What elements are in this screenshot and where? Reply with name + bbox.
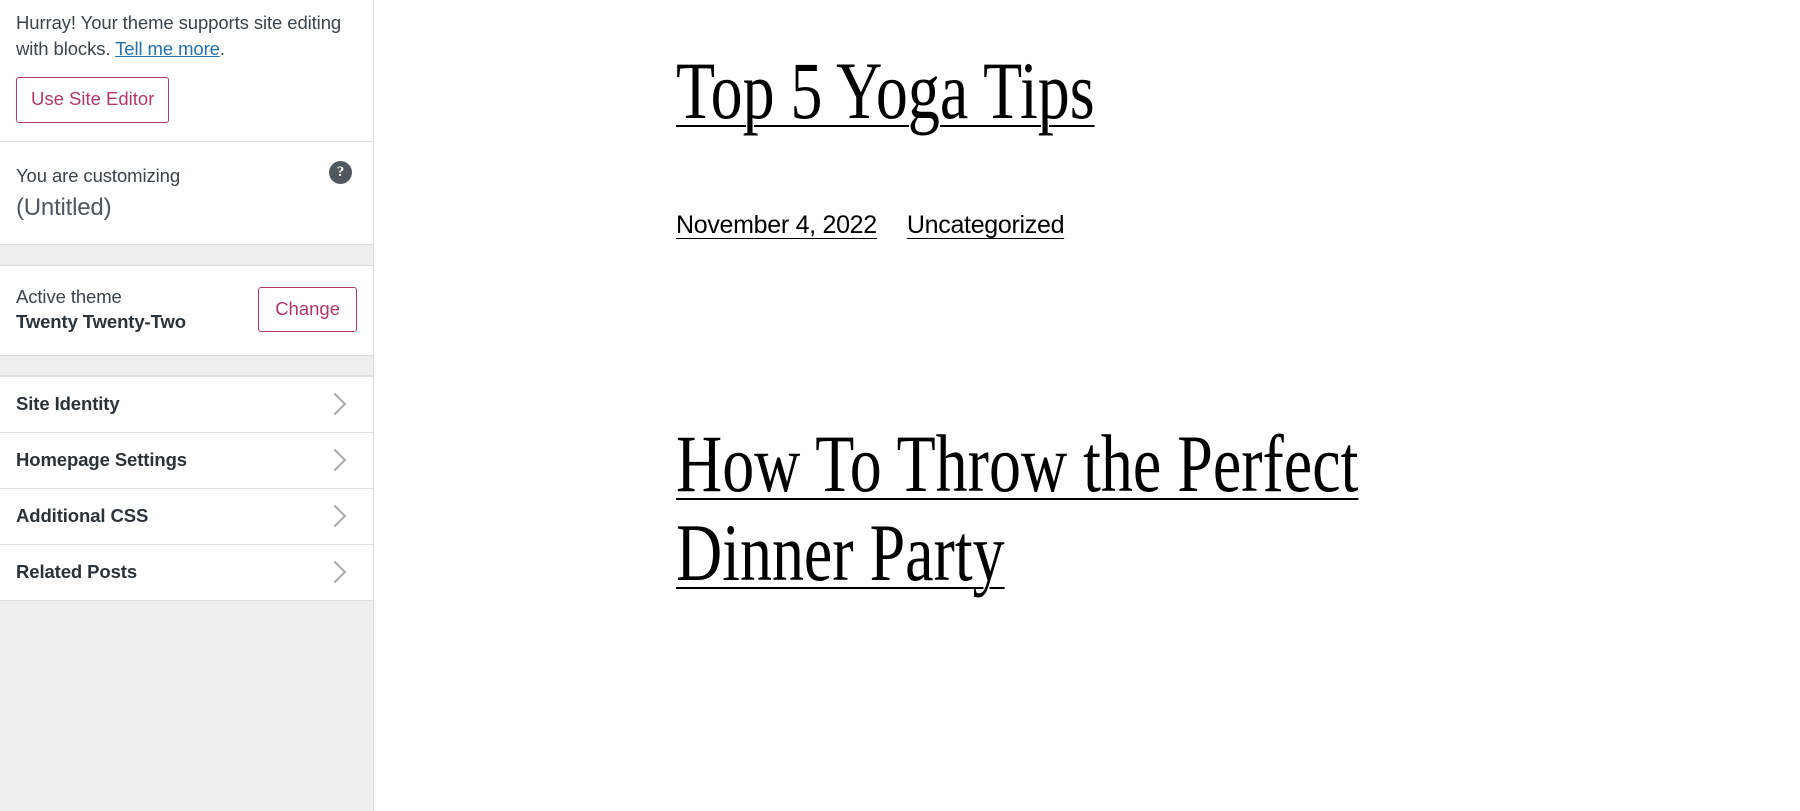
sidebar-item-label: Homepage Settings: [16, 449, 187, 471]
post-title: Top 5 Yoga Tips: [676, 46, 1420, 135]
customizing-info-panel: You are customizing (Untitled) ?: [0, 142, 373, 244]
sidebar-item-additional-css[interactable]: Additional CSS: [0, 489, 373, 545]
active-theme-row: Active theme Twenty Twenty-Two Change: [0, 266, 373, 355]
sidebar-item-related-posts[interactable]: Related Posts: [0, 545, 373, 601]
customizer-sidebar: Hurray! Your theme supports site editing…: [0, 0, 374, 811]
post-spacer: [676, 241, 1800, 419]
use-site-editor-button[interactable]: Use Site Editor: [16, 77, 169, 123]
customizing-label: You are customizing: [16, 164, 357, 188]
tell-me-more-link[interactable]: Tell me more: [115, 38, 220, 59]
active-theme-name: Twenty Twenty-Two: [16, 309, 186, 335]
sidebar-item-site-identity[interactable]: Site Identity: [0, 377, 373, 433]
customizer-app: Hurray! Your theme supports site editing…: [0, 0, 1800, 811]
sidebar-item-label: Related Posts: [16, 561, 137, 583]
customizing-title: (Untitled): [16, 192, 357, 224]
sidebar-item-label: Additional CSS: [16, 505, 148, 527]
chevron-right-icon: [324, 393, 347, 416]
active-theme-label: Active theme: [16, 285, 186, 309]
post-title-link[interactable]: How To Throw the Perfect Dinner Party: [676, 418, 1358, 598]
sidebar-item-label: Site Identity: [16, 393, 120, 415]
preview-post-1: Top 5 Yoga Tips November 4, 2022 Uncateg…: [676, 46, 1421, 241]
active-theme-meta: Active theme Twenty Twenty-Two: [16, 285, 186, 335]
chevron-right-icon: [324, 505, 347, 528]
post-title-link[interactable]: Top 5 Yoga Tips: [676, 45, 1095, 136]
preview-post-2: How To Throw the Perfect Dinner Party: [676, 419, 1421, 597]
chevron-right-icon: [324, 449, 347, 472]
customizer-section-list: Site Identity Homepage Settings Addition…: [0, 376, 373, 601]
site-preview-frame: Top 5 Yoga Tips November 4, 2022 Uncateg…: [374, 0, 1800, 811]
section-divider-top: [0, 244, 373, 266]
help-question-icon[interactable]: ?: [329, 161, 352, 184]
post-date-link[interactable]: November 4, 2022: [676, 209, 877, 241]
sidebar-empty-area: [0, 601, 373, 811]
sidebar-item-homepage-settings[interactable]: Homepage Settings: [0, 433, 373, 489]
post-category-link[interactable]: Uncategorized: [907, 209, 1064, 241]
change-theme-button[interactable]: Change: [258, 287, 357, 333]
section-divider-bottom: [0, 355, 373, 376]
post-title: How To Throw the Perfect Dinner Party: [676, 419, 1420, 597]
preview-content: Top 5 Yoga Tips November 4, 2022 Uncateg…: [374, 0, 1800, 597]
site-editor-notice: Hurray! Your theme supports site editing…: [0, 0, 373, 142]
post-meta: November 4, 2022 Uncategorized: [676, 209, 1421, 241]
chevron-right-icon: [324, 561, 347, 584]
notice-text-after: .: [220, 38, 225, 59]
notice-text: Hurray! Your theme supports site editing…: [16, 10, 357, 62]
